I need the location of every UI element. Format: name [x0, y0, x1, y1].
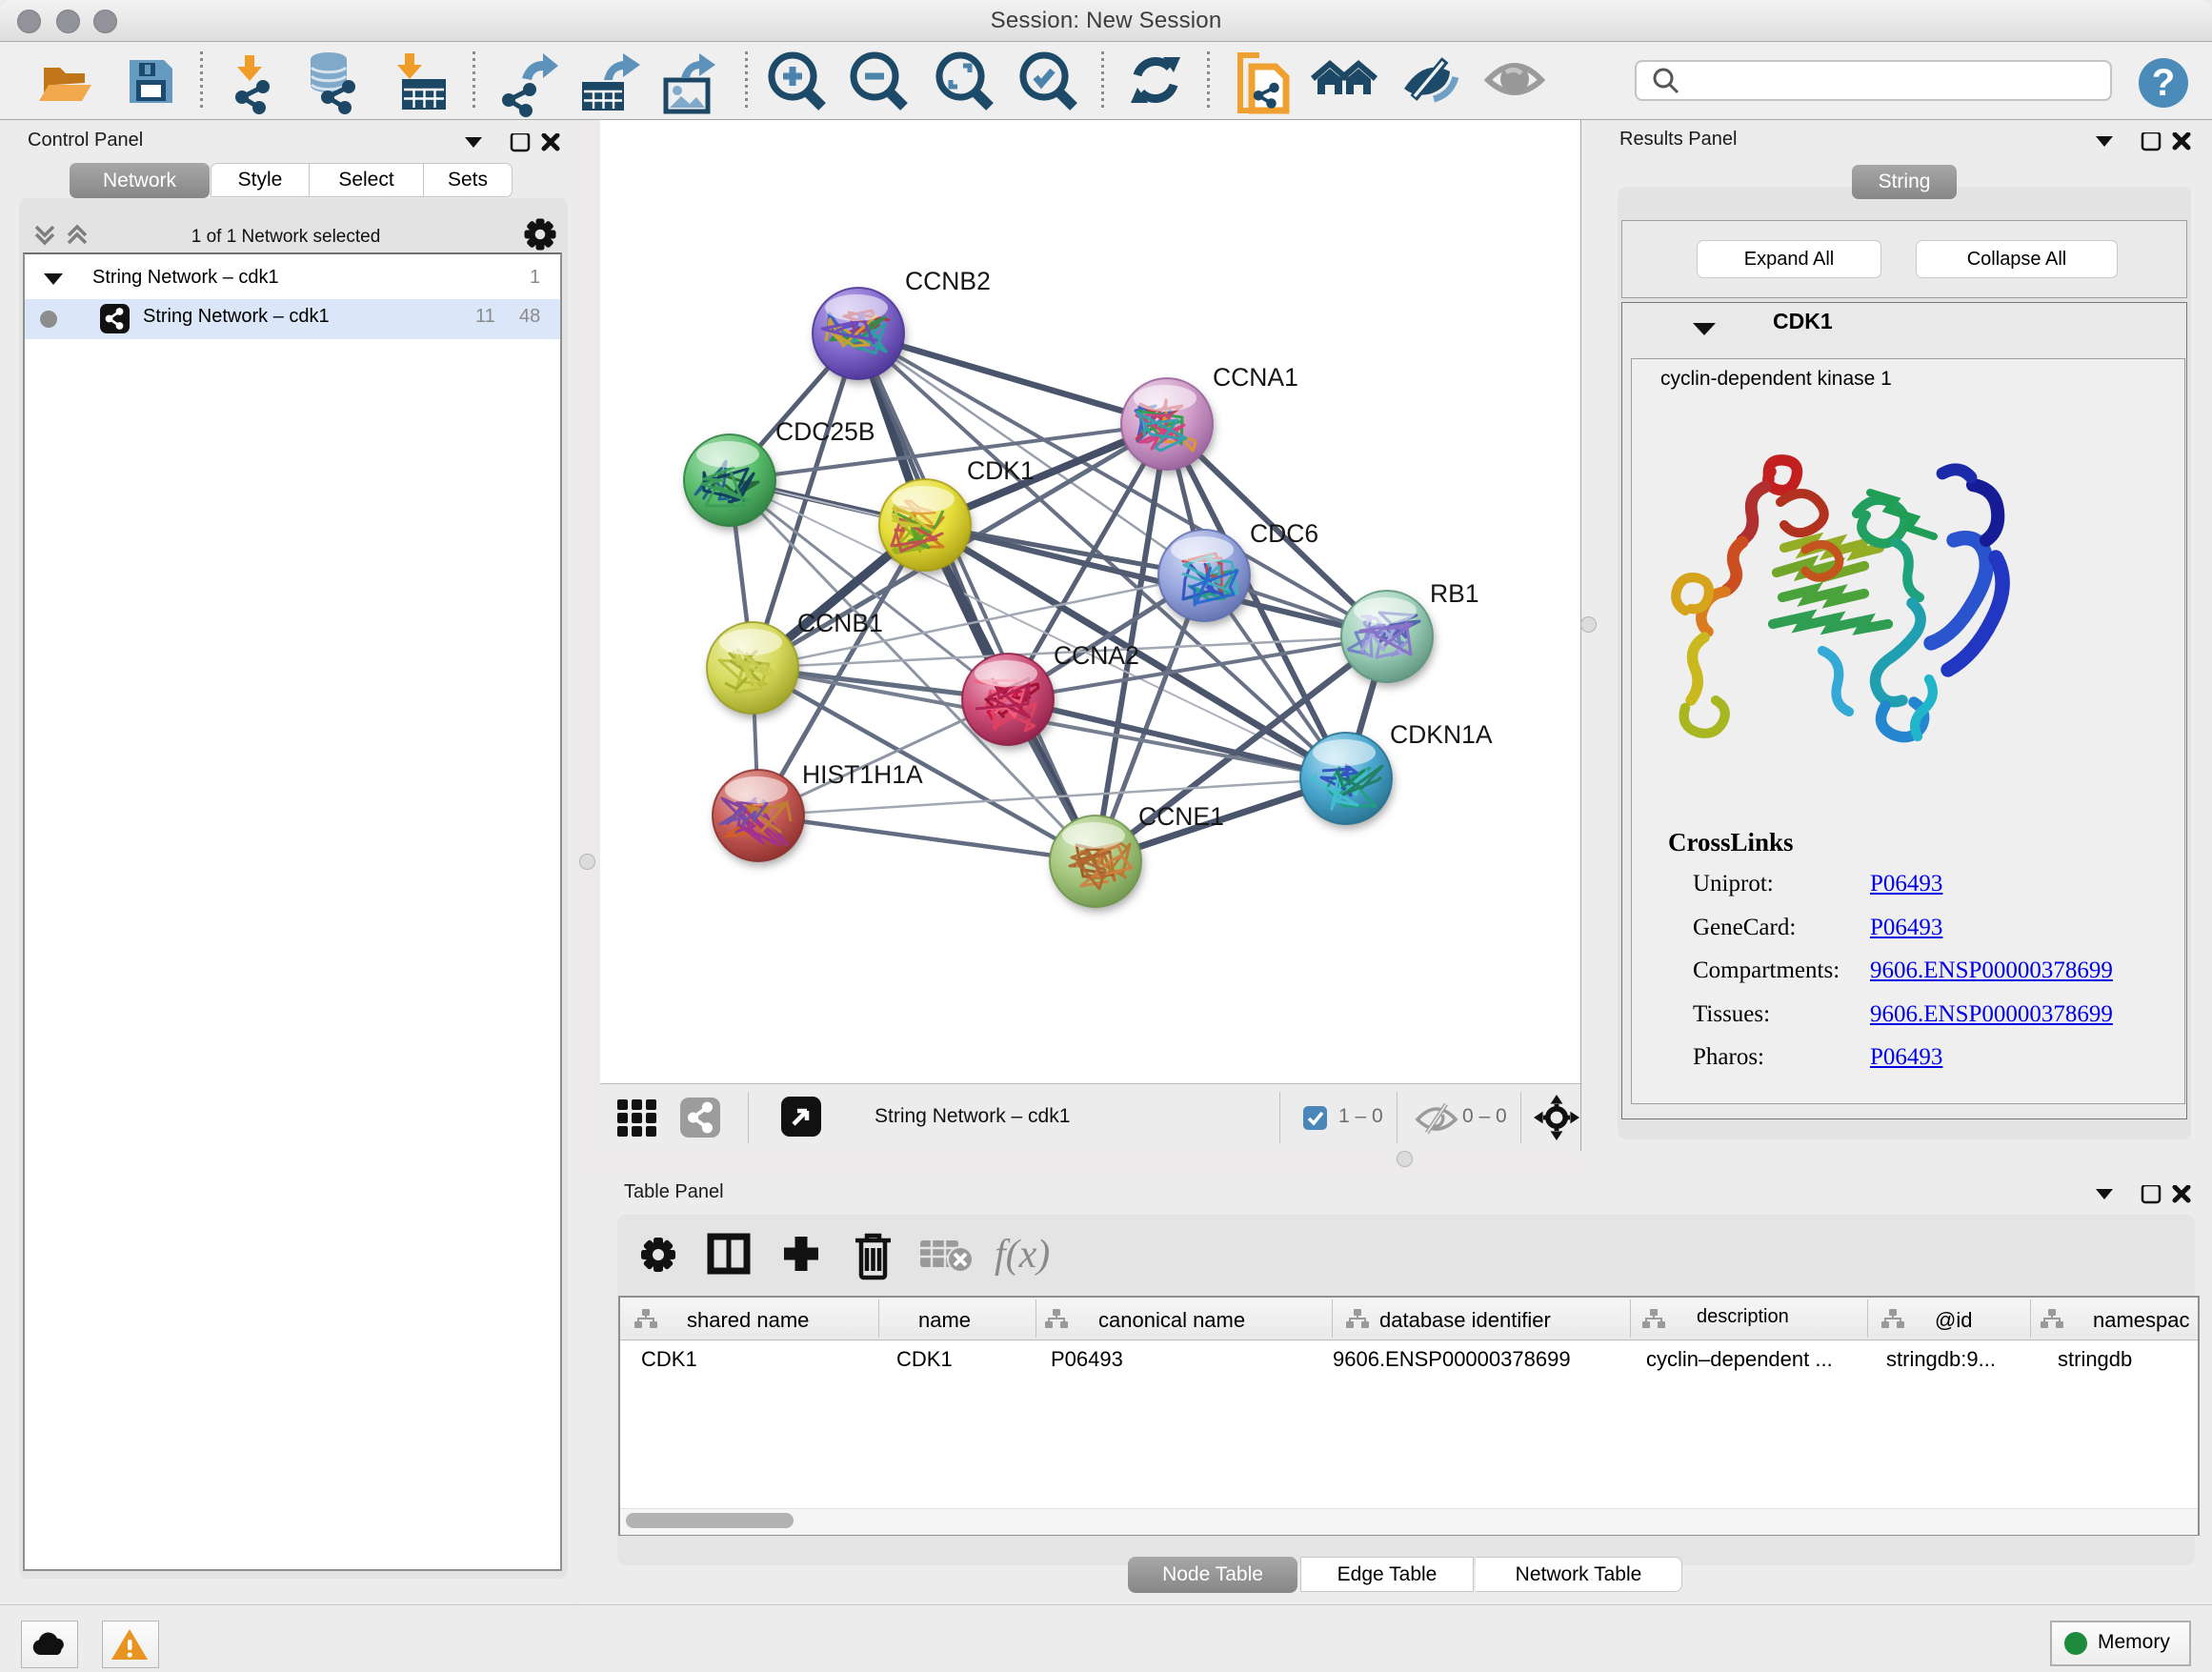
svg-text:CCNB2: CCNB2 — [905, 267, 991, 295]
svg-text:CCNB1: CCNB1 — [797, 609, 883, 637]
svg-text:CDC25B: CDC25B — [775, 417, 875, 446]
svg-text:CDC6: CDC6 — [1250, 519, 1318, 548]
svg-text:CDK1: CDK1 — [967, 456, 1035, 485]
svg-text:HIST1H1A: HIST1H1A — [802, 760, 923, 789]
svg-text:CCNA1: CCNA1 — [1213, 363, 1298, 392]
svg-text:CCNE1: CCNE1 — [1138, 802, 1224, 831]
svg-text:f(x): f(x) — [995, 1233, 1050, 1277]
svg-text:CDKN1A: CDKN1A — [1390, 720, 1493, 749]
svg-text:CCNA2: CCNA2 — [1054, 641, 1139, 670]
svg-text:RB1: RB1 — [1430, 579, 1479, 608]
